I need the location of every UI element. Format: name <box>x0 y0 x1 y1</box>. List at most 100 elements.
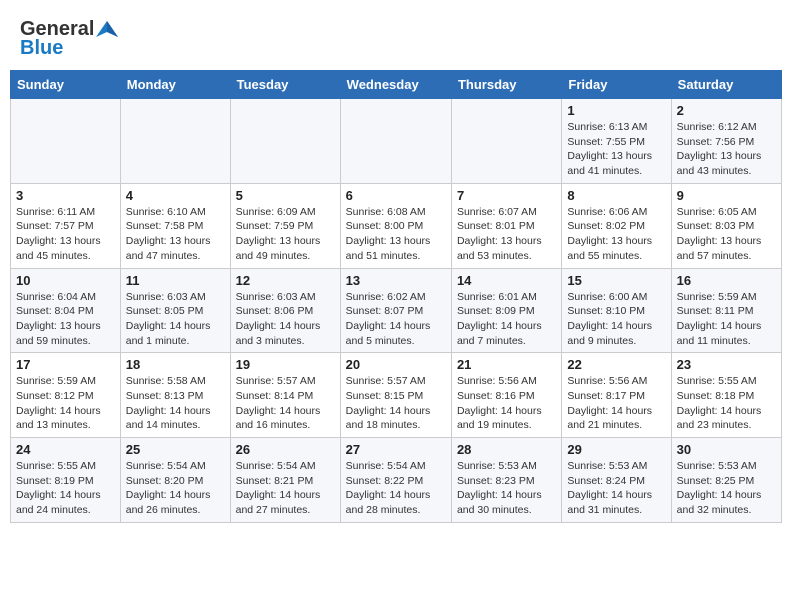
calendar-cell: 2 Sunrise: 6:12 AMSunset: 7:56 PMDaylight… <box>671 99 781 184</box>
day-number: 26 <box>236 442 335 457</box>
calendar-cell: 6 Sunrise: 6:08 AMSunset: 8:00 PMDaylight… <box>340 183 451 268</box>
day-info: Sunrise: 6:01 AMSunset: 8:09 PMDaylight:… <box>457 290 556 349</box>
day-number: 17 <box>16 357 115 372</box>
calendar-cell: 26 Sunrise: 5:54 AMSunset: 8:21 PMDayligh… <box>230 438 340 523</box>
calendar-header-row: Sunday Monday Tuesday Wednesday Thursday… <box>11 71 782 99</box>
calendar-cell: 17 Sunrise: 5:59 AMSunset: 8:12 PMDayligh… <box>11 353 121 438</box>
day-number: 29 <box>567 442 665 457</box>
calendar-cell: 30 Sunrise: 5:53 AMSunset: 8:25 PMDayligh… <box>671 438 781 523</box>
day-number: 28 <box>457 442 556 457</box>
day-info: Sunrise: 6:11 AMSunset: 7:57 PMDaylight:… <box>16 205 115 264</box>
day-number: 20 <box>346 357 446 372</box>
day-number: 2 <box>677 103 776 118</box>
day-number: 27 <box>346 442 446 457</box>
calendar-cell: 20Sunrise: 5:57 AMSunset: 8:15 PMDayligh… <box>340 353 451 438</box>
day-info: Sunrise: 6:02 AMSunset: 8:07 PMDaylight:… <box>346 290 446 349</box>
calendar-cell: 13 Sunrise: 6:02 AMSunset: 8:07 PMDayligh… <box>340 268 451 353</box>
day-info: Sunrise: 5:53 AMSunset: 8:25 PMDaylight:… <box>677 459 776 518</box>
calendar-week-1: 1 Sunrise: 6:13 AMSunset: 7:55 PMDaylight… <box>11 99 782 184</box>
calendar-cell: 1 Sunrise: 6:13 AMSunset: 7:55 PMDaylight… <box>562 99 671 184</box>
calendar-cell <box>120 99 230 184</box>
calendar-cell: 21 Sunrise: 5:56 AMSunset: 8:16 PMDayligh… <box>451 353 561 438</box>
day-info: Sunrise: 5:54 AMSunset: 8:20 PMDaylight:… <box>126 459 225 518</box>
day-number: 13 <box>346 273 446 288</box>
day-info: Sunrise: 6:03 AMSunset: 8:05 PMDaylight:… <box>126 290 225 349</box>
calendar-cell <box>11 99 121 184</box>
logo: General Blue <box>20 18 118 60</box>
logo-blue-text: Blue <box>20 37 63 60</box>
calendar-week-4: 17 Sunrise: 5:59 AMSunset: 8:12 PMDayligh… <box>11 353 782 438</box>
day-info: Sunrise: 6:13 AMSunset: 7:55 PMDaylight:… <box>567 120 665 179</box>
header-friday: Friday <box>562 71 671 99</box>
calendar-cell: 25 Sunrise: 5:54 AMSunset: 8:20 PMDayligh… <box>120 438 230 523</box>
day-info: Sunrise: 6:03 AMSunset: 8:06 PMDaylight:… <box>236 290 335 349</box>
day-number: 6 <box>346 188 446 203</box>
day-number: 7 <box>457 188 556 203</box>
day-info: Sunrise: 6:07 AMSunset: 8:01 PMDaylight:… <box>457 205 556 264</box>
day-info: Sunrise: 5:59 AMSunset: 8:12 PMDaylight:… <box>16 374 115 433</box>
day-number: 16 <box>677 273 776 288</box>
calendar-cell: 9 Sunrise: 6:05 AMSunset: 8:03 PMDaylight… <box>671 183 781 268</box>
day-number: 9 <box>677 188 776 203</box>
day-number: 18 <box>126 357 225 372</box>
day-number: 11 <box>126 273 225 288</box>
calendar-cell: 24 Sunrise: 5:55 AMSunset: 8:19 PMDayligh… <box>11 438 121 523</box>
day-number: 21 <box>457 357 556 372</box>
day-number: 14 <box>457 273 556 288</box>
day-info: Sunrise: 5:53 AMSunset: 8:24 PMDaylight:… <box>567 459 665 518</box>
calendar-week-5: 24 Sunrise: 5:55 AMSunset: 8:19 PMDayligh… <box>11 438 782 523</box>
day-number: 15 <box>567 273 665 288</box>
day-number: 10 <box>16 273 115 288</box>
calendar-cell: 19Sunrise: 5:57 AMSunset: 8:14 PMDayligh… <box>230 353 340 438</box>
day-number: 24 <box>16 442 115 457</box>
day-number: 19 <box>236 357 335 372</box>
calendar-cell: 8 Sunrise: 6:06 AMSunset: 8:02 PMDaylight… <box>562 183 671 268</box>
day-info: Sunrise: 6:12 AMSunset: 7:56 PMDaylight:… <box>677 120 776 179</box>
day-info: Sunrise: 5:55 AMSunset: 8:18 PMDaylight:… <box>677 374 776 433</box>
calendar-cell <box>230 99 340 184</box>
day-number: 5 <box>236 188 335 203</box>
header-tuesday: Tuesday <box>230 71 340 99</box>
day-number: 22 <box>567 357 665 372</box>
day-info: Sunrise: 5:55 AMSunset: 8:19 PMDaylight:… <box>16 459 115 518</box>
day-info: Sunrise: 6:08 AMSunset: 8:00 PMDaylight:… <box>346 205 446 264</box>
day-number: 1 <box>567 103 665 118</box>
calendar-cell <box>340 99 451 184</box>
day-info: Sunrise: 6:05 AMSunset: 8:03 PMDaylight:… <box>677 205 776 264</box>
day-info: Sunrise: 5:54 AMSunset: 8:21 PMDaylight:… <box>236 459 335 518</box>
day-number: 23 <box>677 357 776 372</box>
day-number: 8 <box>567 188 665 203</box>
day-info: Sunrise: 5:54 AMSunset: 8:22 PMDaylight:… <box>346 459 446 518</box>
calendar-cell: 5 Sunrise: 6:09 AMSunset: 7:59 PMDaylight… <box>230 183 340 268</box>
header-thursday: Thursday <box>451 71 561 99</box>
calendar-cell: 3 Sunrise: 6:11 AMSunset: 7:57 PMDaylight… <box>11 183 121 268</box>
header-saturday: Saturday <box>671 71 781 99</box>
day-number: 12 <box>236 273 335 288</box>
day-info: Sunrise: 5:53 AMSunset: 8:23 PMDaylight:… <box>457 459 556 518</box>
calendar-cell: 22Sunrise: 5:56 AMSunset: 8:17 PMDayligh… <box>562 353 671 438</box>
day-number: 25 <box>126 442 225 457</box>
page-header: General Blue <box>10 10 782 64</box>
day-number: 30 <box>677 442 776 457</box>
day-info: Sunrise: 6:10 AMSunset: 7:58 PMDaylight:… <box>126 205 225 264</box>
calendar-cell <box>451 99 561 184</box>
header-monday: Monday <box>120 71 230 99</box>
calendar-week-3: 10Sunrise: 6:04 AMSunset: 8:04 PMDayligh… <box>11 268 782 353</box>
calendar-cell: 14 Sunrise: 6:01 AMSunset: 8:09 PMDayligh… <box>451 268 561 353</box>
calendar-cell: 11 Sunrise: 6:03 AMSunset: 8:05 PMDayligh… <box>120 268 230 353</box>
calendar-week-2: 3 Sunrise: 6:11 AMSunset: 7:57 PMDaylight… <box>11 183 782 268</box>
day-info: Sunrise: 5:59 AMSunset: 8:11 PMDaylight:… <box>677 290 776 349</box>
calendar-cell: 10Sunrise: 6:04 AMSunset: 8:04 PMDayligh… <box>11 268 121 353</box>
day-info: Sunrise: 5:56 AMSunset: 8:16 PMDaylight:… <box>457 374 556 433</box>
header-wednesday: Wednesday <box>340 71 451 99</box>
calendar-cell: 28 Sunrise: 5:53 AMSunset: 8:23 PMDayligh… <box>451 438 561 523</box>
calendar-cell: 7 Sunrise: 6:07 AMSunset: 8:01 PMDaylight… <box>451 183 561 268</box>
calendar-cell: 4 Sunrise: 6:10 AMSunset: 7:58 PMDaylight… <box>120 183 230 268</box>
day-info: Sunrise: 6:09 AMSunset: 7:59 PMDaylight:… <box>236 205 335 264</box>
calendar-cell: 27 Sunrise: 5:54 AMSunset: 8:22 PMDayligh… <box>340 438 451 523</box>
calendar-cell: 18Sunrise: 5:58 AMSunset: 8:13 PMDayligh… <box>120 353 230 438</box>
day-number: 4 <box>126 188 225 203</box>
day-info: Sunrise: 6:06 AMSunset: 8:02 PMDaylight:… <box>567 205 665 264</box>
day-number: 3 <box>16 188 115 203</box>
calendar-table: Sunday Monday Tuesday Wednesday Thursday… <box>10 70 782 523</box>
